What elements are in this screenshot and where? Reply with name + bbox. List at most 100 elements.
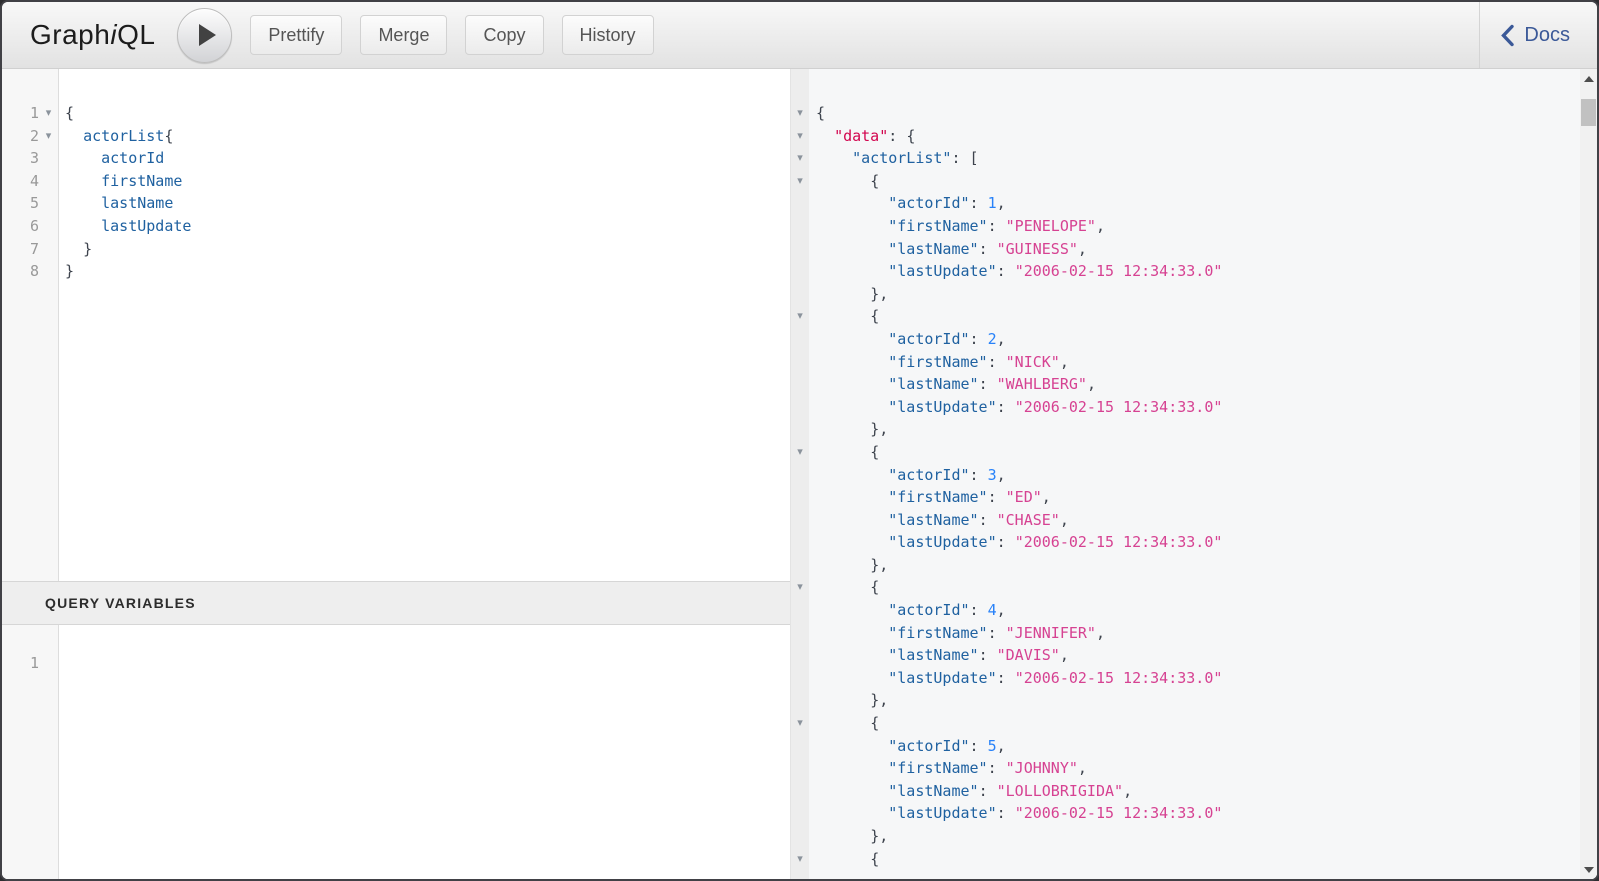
- fold-arrow-icon[interactable]: ▾: [791, 170, 809, 193]
- fold-arrow-icon[interactable]: ▾: [791, 125, 809, 148]
- token-punct: {: [65, 104, 74, 122]
- gutter-line: ▾: [791, 305, 809, 328]
- token-punct: ,: [1060, 353, 1069, 371]
- play-icon: [199, 24, 216, 46]
- query-variables-header[interactable]: QUERY VARIABLES: [2, 581, 790, 625]
- fold-arrow-icon[interactable]: ▾: [791, 848, 809, 871]
- token-punct: {: [870, 172, 879, 190]
- token-def: "data": [834, 127, 888, 145]
- result-line: "lastUpdate": "2006-02-15 12:34:33.0": [816, 531, 1573, 554]
- gutter-line: ▾: [791, 102, 809, 125]
- line-number: 8: [2, 260, 39, 283]
- history-button[interactable]: History: [562, 15, 654, 55]
- fold-spacer: [791, 825, 809, 848]
- token-str: "JENNIFER": [1006, 624, 1096, 642]
- docs-label: Docs: [1524, 24, 1570, 47]
- main-content: 1▾2▾345678 { actorList{ actorId firstNam…: [2, 69, 1597, 879]
- gutter-line: [791, 531, 809, 554]
- copy-button[interactable]: Copy: [465, 15, 543, 55]
- fold-arrow-icon[interactable]: ▾: [791, 102, 809, 125]
- token-punct: ,: [1078, 759, 1087, 777]
- token-punct: :: [988, 759, 997, 777]
- token-punct: ,: [997, 194, 1006, 212]
- fold-arrow-icon[interactable]: ▾: [791, 305, 809, 328]
- token-punct: :: [979, 240, 988, 258]
- gutter-line: 3: [2, 147, 58, 170]
- token-prop: "lastName": [888, 646, 978, 664]
- token-prop: "actorList": [852, 149, 951, 167]
- fold-spacer: [791, 283, 809, 306]
- result-line: "lastName": "WAHLBERG",: [816, 373, 1573, 396]
- line-number: 6: [2, 215, 39, 238]
- fold-spacer: [791, 464, 809, 487]
- execute-button[interactable]: [177, 8, 232, 63]
- fold-spacer: [791, 486, 809, 509]
- token-str: "NICK": [1006, 353, 1060, 371]
- variables-code-area[interactable]: [59, 625, 790, 879]
- token-str: "PENELOPE": [1006, 217, 1096, 235]
- token-punct: {: [164, 127, 173, 145]
- fold-spacer: [39, 192, 58, 215]
- token-punct: ,: [1123, 782, 1132, 800]
- token-prop: "lastName": [888, 375, 978, 393]
- fold-spacer: [791, 238, 809, 261]
- result-line: {: [816, 576, 1573, 599]
- scroll-up-button[interactable]: [1580, 69, 1597, 88]
- result-line: "lastName": "CHASE",: [816, 509, 1573, 532]
- result-line: "lastUpdate": "2006-02-15 12:34:33.0": [816, 260, 1573, 283]
- query-code-area[interactable]: { actorList{ actorId firstName lastName …: [59, 69, 790, 581]
- token-punct: :: [970, 330, 979, 348]
- result-scrollbar[interactable]: [1580, 69, 1597, 879]
- token-punct: ,: [1060, 646, 1069, 664]
- gutter-line: ▾: [791, 147, 809, 170]
- token-str: "DAVIS": [997, 646, 1060, 664]
- docs-link[interactable]: Docs: [1479, 2, 1597, 68]
- fold-arrow-icon[interactable]: ▾: [39, 125, 58, 148]
- result-line: {: [816, 712, 1573, 735]
- fold-spacer: [791, 780, 809, 803]
- line-number: 1: [2, 102, 39, 125]
- fold-arrow-icon[interactable]: ▾: [791, 712, 809, 735]
- token-str: "LOLLOBRIGIDA": [997, 782, 1123, 800]
- token-str: "2006-02-15 12:34:33.0": [1015, 533, 1223, 551]
- token-punct: ,: [997, 466, 1006, 484]
- fold-spacer: [791, 802, 809, 825]
- token-str: "CHASE": [997, 511, 1060, 529]
- fold-spacer: [39, 215, 58, 238]
- fold-spacer: [791, 735, 809, 758]
- code-line: }: [65, 238, 790, 261]
- fold-arrow-icon[interactable]: ▾: [791, 441, 809, 464]
- token-num: 1: [988, 194, 997, 212]
- token-prop: "lastUpdate": [888, 533, 996, 551]
- scroll-down-button[interactable]: [1580, 860, 1597, 879]
- scrollbar-thumb[interactable]: [1581, 99, 1596, 126]
- fold-spacer: [791, 599, 809, 622]
- result-pane: ▾▾▾▾▾▾▾▾▾ { "data": { "actorList": [ { "…: [790, 69, 1597, 879]
- result-line: {: [816, 305, 1573, 328]
- graphiql-window: GraphiQL Prettify Merge Copy History Doc…: [0, 0, 1599, 881]
- result-line: "firstName": "NICK",: [816, 351, 1573, 374]
- fold-arrow-icon[interactable]: ▾: [39, 102, 58, 125]
- token-prop: "actorId": [888, 466, 969, 484]
- result-line: "lastUpdate": "2006-02-15 12:34:33.0": [816, 802, 1573, 825]
- fold-spacer: [791, 757, 809, 780]
- token-punct: :: [979, 375, 988, 393]
- result-line: "lastName": "LOLLOBRIGIDA",: [816, 780, 1573, 803]
- result-line: "actorId": 5,: [816, 735, 1573, 758]
- fold-spacer: [791, 418, 809, 441]
- gutter-line: [791, 825, 809, 848]
- result-line: },: [816, 689, 1573, 712]
- gutter-line: [791, 396, 809, 419]
- token-str: "2006-02-15 12:34:33.0": [1015, 262, 1223, 280]
- token-prop: "actorId": [888, 330, 969, 348]
- fold-arrow-icon[interactable]: ▾: [791, 147, 809, 170]
- token-str: "2006-02-15 12:34:33.0": [1015, 398, 1223, 416]
- gutter-line: [791, 351, 809, 374]
- merge-button[interactable]: Merge: [360, 15, 447, 55]
- result-line: "actorId": 3,: [816, 464, 1573, 487]
- gutter-line: ▾: [791, 576, 809, 599]
- prettify-button[interactable]: Prettify: [250, 15, 342, 55]
- toolbar: GraphiQL Prettify Merge Copy History Doc…: [2, 2, 1597, 69]
- fold-arrow-icon[interactable]: ▾: [791, 576, 809, 599]
- result-line: "actorId": 4,: [816, 599, 1573, 622]
